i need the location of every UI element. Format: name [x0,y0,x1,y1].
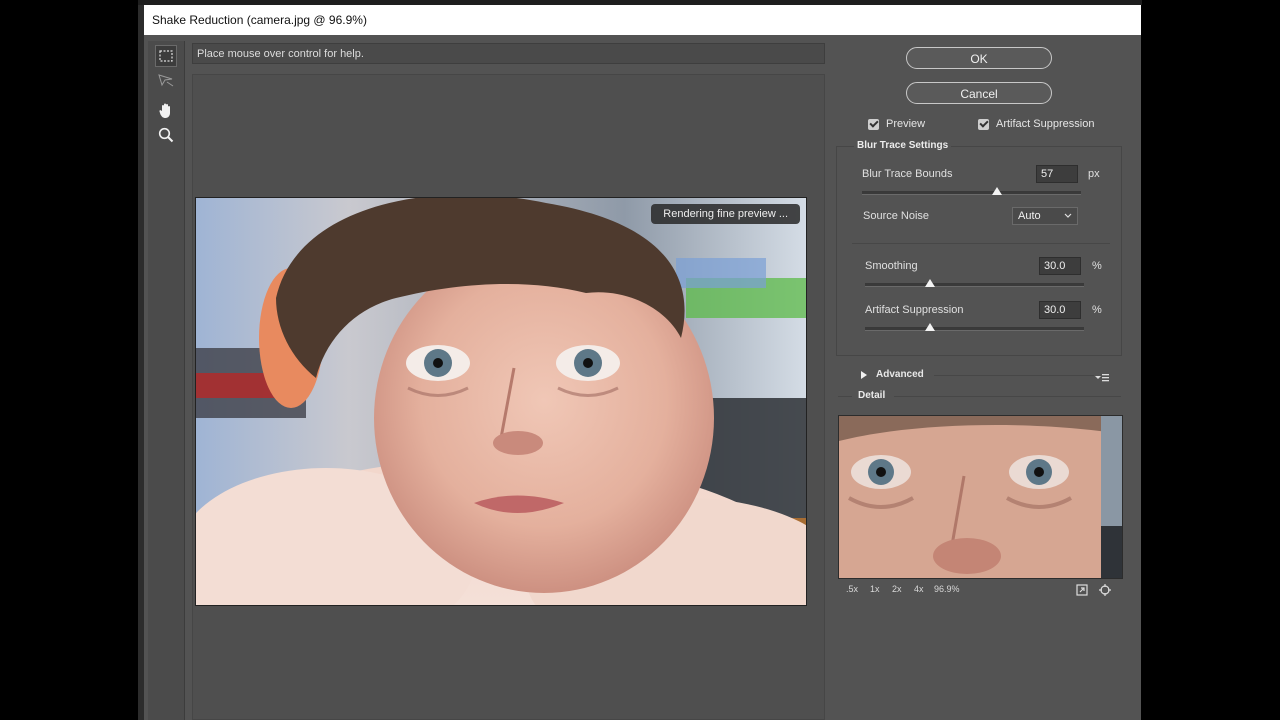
artifact-suppression-label: Artifact Suppression [996,118,1095,130]
artifact-suppression-checkbox[interactable]: Artifact Suppression [978,117,1095,130]
preview-label: Preview [886,118,926,130]
detail-photo [839,416,1122,578]
dialog-title[interactable]: Shake Reduction (camera.jpg @ 96.9%) [144,5,1141,35]
smoothing-field[interactable]: 30.0 [1039,257,1081,275]
cancel-button[interactable]: Cancel [906,82,1052,104]
artifact-suppression-slider[interactable] [865,327,1084,331]
detail-divider-right [894,396,1121,397]
checkbox-check-icon[interactable] [978,117,989,130]
blur-trace-bounds-field[interactable]: 57 [1036,165,1078,183]
chevron-down-icon [1064,208,1072,229]
artifact-suppression-setting-label: Artifact Suppression [865,304,964,316]
source-noise-value: Auto [1018,210,1041,222]
blur-estimation-tool-icon[interactable] [155,45,177,67]
advanced-divider [934,375,1094,376]
boy-photo [196,198,806,605]
smoothing-slider[interactable] [865,283,1084,287]
artifact-suppression-field[interactable]: 30.0 [1039,301,1081,319]
zoom-1x-button[interactable]: 1x [870,584,880,594]
settings-divider [852,243,1110,244]
blur-trace-settings-title: Blur Trace Settings [854,140,952,151]
blur-trace-bounds-thumb[interactable] [992,187,1002,195]
smoothing-unit: % [1092,260,1102,272]
smoothing-label: Smoothing [865,260,918,272]
detail-loupe[interactable] [838,415,1123,579]
preview-image[interactable]: Rendering fine preview ... [195,197,807,606]
hand-tool-icon[interactable] [155,99,177,121]
artifact-suppression-unit: % [1092,304,1102,316]
blur-trace-bounds-label: Blur Trace Bounds [862,168,953,180]
expand-arrow-icon [861,370,867,379]
help-text-bar: Place mouse over control for help. [192,43,825,64]
shake-reduction-dialog: Shake Reduction (camera.jpg @ 96.9%) Pla… [144,5,1141,720]
source-noise-label: Source Noise [863,210,930,222]
undock-detail-icon[interactable] [1076,583,1088,601]
detail-title: Detail [855,390,889,401]
zoom-half-button[interactable]: .5x [846,584,858,594]
artifact-suppression-thumb[interactable] [925,323,935,331]
tool-strip [148,41,185,720]
ok-button[interactable]: OK [906,47,1052,69]
blur-direction-tool-icon[interactable] [155,69,177,91]
source-noise-select[interactable]: Auto [1012,207,1078,225]
preview-checkbox[interactable]: Preview [868,117,926,130]
enhance-at-loupe-icon[interactable] [1099,583,1111,601]
advanced-section-toggle[interactable]: Advanced [860,369,924,380]
panel-menu-icon[interactable] [1095,370,1109,388]
checkbox-check-icon[interactable] [868,117,879,130]
smoothing-thumb[interactable] [925,279,935,287]
advanced-label: Advanced [876,369,924,380]
detail-divider-left [838,396,852,397]
zoom-2x-button[interactable]: 2x [892,584,902,594]
rendering-status-toast: Rendering fine preview ... [651,204,800,224]
zoom-level-readout: 96.9% [934,584,960,594]
zoom-tool-icon[interactable] [155,124,177,146]
zoom-4x-button[interactable]: 4x [914,584,924,594]
blur-trace-bounds-slider[interactable] [862,191,1081,195]
blur-trace-bounds-unit: px [1088,168,1100,180]
